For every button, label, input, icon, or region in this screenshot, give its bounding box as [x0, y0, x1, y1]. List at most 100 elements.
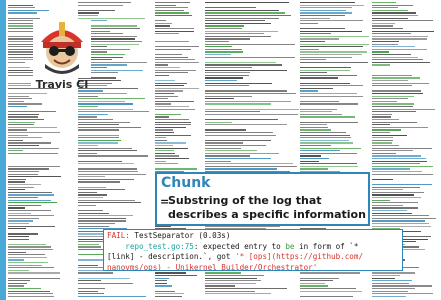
log-line	[300, 77, 339, 79]
log-line	[8, 85, 32, 87]
log-line	[78, 202, 142, 204]
log-line	[300, 17, 331, 19]
log-line	[372, 25, 393, 27]
log-line	[155, 80, 175, 82]
log-line	[372, 33, 411, 35]
log-line	[8, 199, 51, 201]
log-line	[300, 150, 340, 152]
log-line	[372, 7, 398, 9]
log-line	[8, 259, 24, 261]
log-line	[8, 137, 42, 139]
log-line	[205, 134, 276, 136]
log-line	[372, 293, 434, 295]
log-line	[78, 12, 99, 14]
log-line	[8, 272, 60, 274]
log-line	[372, 15, 418, 17]
log-line	[372, 189, 403, 191]
log-line	[372, 2, 396, 4]
log-line	[372, 168, 411, 170]
message-part: : expected entry to	[193, 241, 286, 251]
log-line	[205, 17, 280, 19]
log-line	[300, 41, 325, 43]
log-line	[78, 220, 126, 222]
log-line	[372, 22, 396, 25]
log-line	[372, 282, 410, 285]
log-line	[8, 111, 57, 113]
log-line	[8, 243, 46, 246]
log-line	[78, 288, 105, 290]
log-line	[8, 215, 54, 217]
got-value: nanovms/ops) - Unikernel Builder/Orchest…	[107, 262, 318, 271]
log-line	[300, 282, 325, 285]
log-line	[300, 137, 352, 139]
log-line	[300, 90, 318, 92]
log-line	[372, 61, 430, 64]
log-line	[205, 293, 271, 295]
log-line	[155, 98, 168, 100]
log-line	[78, 134, 120, 136]
log-line	[372, 54, 412, 56]
log-line	[300, 288, 357, 290]
log-line	[78, 181, 121, 183]
log-line	[372, 100, 397, 103]
log-line	[78, 277, 130, 279]
log-line	[155, 132, 174, 134]
log-line	[78, 189, 126, 191]
log-line	[300, 168, 328, 170]
log-line	[78, 108, 134, 110]
log-line	[78, 152, 97, 155]
log-line	[8, 267, 54, 269]
log-line	[205, 277, 258, 279]
log-line	[372, 225, 431, 227]
test-name: TestSeparator (0.03s)	[129, 231, 231, 240]
log-line	[155, 85, 184, 87]
log-line	[78, 145, 98, 147]
log-line	[8, 165, 60, 168]
log-line	[372, 178, 394, 181]
log-line	[300, 111, 332, 113]
log-line	[155, 9, 185, 12]
log-line	[372, 121, 418, 123]
log-line	[205, 64, 283, 66]
log-line	[205, 93, 297, 95]
log-line	[155, 137, 167, 139]
chunk-definition-card: Chunk = Substring of the log that descri…	[155, 172, 370, 226]
log-line	[155, 280, 167, 282]
log-line	[155, 282, 167, 285]
log-line	[8, 171, 39, 173]
log-line	[205, 69, 288, 71]
log-line	[78, 217, 126, 220]
log-line	[205, 160, 232, 162]
log-line	[300, 33, 331, 35]
log-line	[78, 103, 133, 105]
log-line	[205, 98, 235, 100]
log-line	[300, 87, 333, 90]
log-line	[8, 269, 30, 272]
log-line	[205, 12, 286, 14]
log-line	[205, 100, 291, 103]
log-line	[155, 155, 179, 157]
log-line	[78, 168, 137, 170]
log-line	[8, 168, 49, 170]
log-line	[78, 129, 119, 131]
log-line	[78, 225, 109, 227]
log-line	[8, 228, 27, 230]
log-line	[78, 197, 103, 199]
log-line	[8, 113, 39, 116]
log-line	[8, 254, 45, 256]
log-line	[205, 150, 257, 152]
log-line	[8, 204, 42, 207]
log-line	[155, 129, 174, 131]
log-line	[372, 194, 415, 196]
log-line	[300, 147, 361, 149]
log-line	[372, 288, 416, 290]
log-line	[8, 236, 29, 238]
log-line	[8, 186, 35, 188]
log-line	[205, 38, 251, 40]
log-line	[372, 93, 424, 95]
log-line	[300, 82, 350, 84]
log-line	[300, 12, 352, 14]
log-line	[8, 290, 50, 292]
log-line	[8, 212, 32, 214]
log-line	[78, 204, 97, 207]
